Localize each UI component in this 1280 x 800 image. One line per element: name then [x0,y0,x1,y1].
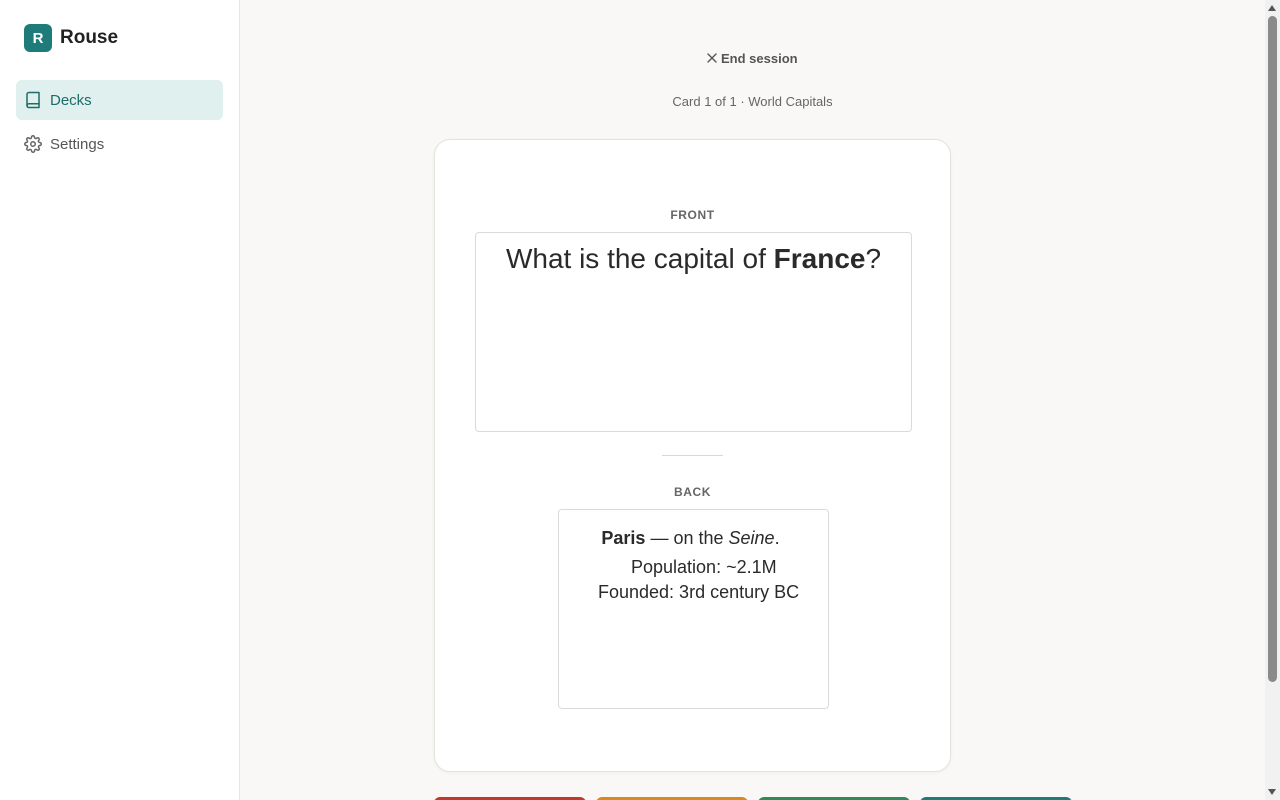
back-label: BACK [673,485,712,499]
back-answer-line: Paris — on the Seine. [553,528,828,549]
scroll-down-arrow[interactable] [1268,789,1276,795]
front-text-pre: What is the capital of [505,243,774,274]
sidebar-item-label: Decks [50,91,92,109]
back-answer-mid: — on the [645,528,729,548]
divider [662,455,723,456]
back-editor[interactable]: Paris — on the Seine. Population: ~2.1M … [558,509,829,709]
front-text-post: ? [865,243,882,274]
sidebar-item-label: Settings [50,135,105,153]
sidebar-item-settings[interactable]: Settings [16,124,223,164]
back-founded: Founded: 3rd century BC [598,582,800,602]
brand-logo: R [24,24,52,52]
scroll-thumb[interactable] [1268,16,1277,682]
flashcard: FRONT What is the capital of France? BAC… [434,139,951,772]
sidebar-nav: Decks Settings [16,80,223,168]
back-answer-end: . [774,528,780,548]
end-session-button[interactable]: End session [706,48,798,68]
scroll-up-arrow[interactable] [1268,5,1276,11]
brand[interactable]: R Rouse [24,24,118,52]
back-answer-italic: Seine [728,528,775,548]
back-population: Population: ~2.1M [631,557,777,577]
back-answer-bold: Paris [601,528,646,548]
close-icon [707,53,717,63]
sidebar-item-decks[interactable]: Decks [16,80,223,120]
book-icon [26,91,40,109]
scrollbar[interactable] [1265,0,1280,800]
sidebar: R Rouse Decks Settings [0,0,240,800]
front-label: FRONT [670,208,715,222]
end-session-label: End session [721,50,798,66]
brand-name: Rouse [60,27,119,48]
gear-icon [24,135,42,153]
front-editor[interactable]: What is the capital of France? [475,232,912,432]
front-text-bold: France [773,243,866,274]
card-progress: Card 1 of 1 · World Capitals [672,94,833,109]
